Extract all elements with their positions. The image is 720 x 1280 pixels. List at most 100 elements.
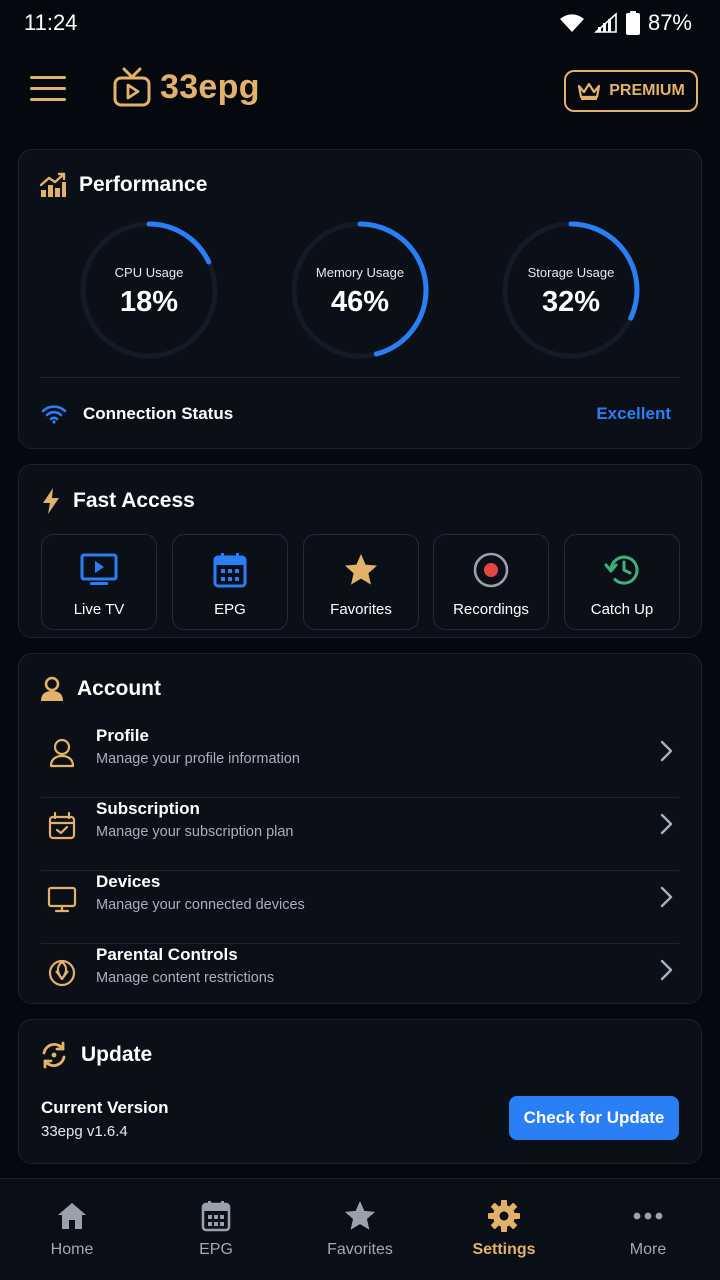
premium-label: PREMIUM	[609, 82, 685, 99]
chevron-right-icon	[660, 740, 673, 762]
account-row-subtitle: Manage your profile information	[96, 751, 300, 767]
divider	[41, 377, 679, 378]
gauge-value: 46%	[330, 286, 390, 318]
calendar-icon	[201, 1201, 231, 1232]
divider	[41, 797, 679, 798]
account-row-subscription[interactable]: Subscription Manage your subscription pl…	[41, 799, 679, 871]
cpu-gauge: CPU Usage 18%	[79, 220, 219, 360]
fast-access-label: Catch Up	[590, 601, 654, 618]
tv-play-icon	[80, 553, 118, 585]
nav-epg[interactable]: EPG	[144, 1179, 288, 1280]
connection-status-value: Excellent	[596, 404, 671, 423]
update-header: Update	[39, 1040, 152, 1070]
fast-access-epg[interactable]: EPG	[172, 534, 288, 630]
chevron-right-icon	[660, 886, 673, 908]
star-icon	[345, 554, 377, 585]
app-name: 33epg	[160, 67, 260, 106]
update-title: Update	[81, 1043, 153, 1066]
chevron-right-icon	[660, 813, 673, 835]
refresh-icon	[42, 1041, 66, 1069]
performance-header: Performance	[39, 172, 207, 198]
account-row-profile[interactable]: Profile Manage your profile information	[41, 726, 679, 798]
divider	[41, 943, 679, 944]
fast-access-label: EPG	[214, 601, 246, 618]
status-bar: 11:24 87%	[0, 0, 720, 46]
menu-icon-line	[30, 87, 66, 90]
fast-access-card: Fast Access Live TV EPG Favorites Record…	[18, 464, 702, 638]
account-row-devices[interactable]: Devices Manage your connected devices	[41, 872, 679, 944]
nav-label: More	[629, 1241, 667, 1258]
current-version-value: 33epg v1.6.4	[41, 1123, 128, 1140]
app-header: 33epg PREMIUM	[0, 62, 720, 124]
account-row-title: Profile	[96, 726, 149, 745]
home-icon	[58, 1203, 86, 1229]
battery-percent: 87%	[647, 10, 692, 35]
calendar-grid-icon	[213, 553, 247, 588]
record-icon	[473, 552, 509, 588]
fast-access-header: Fast Access	[41, 487, 195, 515]
more-icon	[633, 1212, 663, 1220]
signal-icon	[593, 12, 617, 33]
star-icon	[344, 1200, 376, 1230]
history-icon	[604, 555, 639, 585]
fast-access-title: Fast Access	[73, 489, 195, 512]
person-icon	[49, 738, 75, 768]
tv-logo-icon	[113, 67, 151, 107]
account-row-title: Parental Controls	[96, 945, 238, 964]
status-time: 11:24	[24, 10, 78, 35]
battery-icon	[625, 11, 640, 35]
gauge-value: 18%	[119, 286, 179, 318]
divider	[41, 870, 679, 871]
menu-button[interactable]	[30, 76, 66, 106]
account-row-title: Devices	[96, 872, 161, 891]
gauge-label: Storage Usage	[527, 265, 615, 280]
fast-access-catch-up[interactable]: Catch Up	[564, 534, 680, 630]
subscription-icon	[48, 811, 76, 840]
premium-button[interactable]: PREMIUM	[564, 70, 698, 112]
gauge-label: Memory Usage	[315, 265, 405, 280]
storage-gauge: Storage Usage 32%	[501, 220, 641, 360]
wifi-icon	[41, 405, 67, 424]
performance-title: Performance	[79, 173, 208, 196]
account-row-title: Subscription	[96, 799, 200, 818]
check-for-update-button[interactable]: Check for Update	[509, 1096, 679, 1140]
current-version-label: Current Version	[41, 1098, 169, 1117]
nav-settings[interactable]: Settings	[432, 1179, 576, 1280]
fast-access-label: Live TV	[73, 601, 125, 618]
brand-logo: 33epg	[112, 66, 260, 108]
nav-label: EPG	[199, 1241, 233, 1258]
fast-access-label: Recordings	[453, 601, 529, 618]
memory-gauge: Memory Usage 46%	[290, 220, 430, 360]
bottom-nav: Home EPG Favorites Settings More	[0, 1178, 720, 1280]
account-row-subtitle: Manage your connected devices	[96, 897, 305, 913]
connection-status-label: Connection Status	[83, 404, 234, 423]
nav-label: Home	[50, 1241, 94, 1258]
performance-card: Performance CPU Usage 18% Memory Usage 4…	[18, 149, 702, 449]
account-person-icon	[41, 676, 63, 701]
chevron-right-icon	[660, 959, 673, 981]
wifi-status-icon	[559, 14, 584, 32]
monitor-icon	[47, 886, 77, 913]
nav-label: Favorites	[327, 1241, 393, 1258]
fast-access-favorites[interactable]: Favorites	[303, 534, 419, 630]
account-row-parental-controls[interactable]: Parental Controls Manage content restric…	[41, 945, 679, 1017]
lightning-icon	[43, 488, 59, 514]
nav-home[interactable]: Home	[0, 1179, 144, 1280]
account-row-subtitle: Manage your subscription plan	[96, 824, 294, 840]
fast-access-recordings[interactable]: Recordings	[433, 534, 549, 630]
status-icons: 87%	[558, 10, 692, 36]
fast-access-live-tv[interactable]: Live TV	[41, 534, 157, 630]
account-title: Account	[77, 677, 161, 700]
gauge-label: CPU Usage	[114, 265, 184, 280]
chart-icon	[39, 172, 66, 197]
gear-icon	[488, 1200, 520, 1232]
account-row-subtitle: Manage content restrictions	[96, 970, 275, 986]
crown-icon	[578, 82, 601, 100]
menu-icon-line	[30, 98, 66, 101]
menu-icon-line	[30, 76, 66, 79]
account-header: Account	[39, 676, 161, 702]
nav-more[interactable]: More	[576, 1179, 720, 1280]
account-card: Account Profile Manage your profile info…	[18, 653, 702, 1004]
parental-icon	[48, 959, 76, 987]
nav-favorites[interactable]: Favorites	[288, 1179, 432, 1280]
